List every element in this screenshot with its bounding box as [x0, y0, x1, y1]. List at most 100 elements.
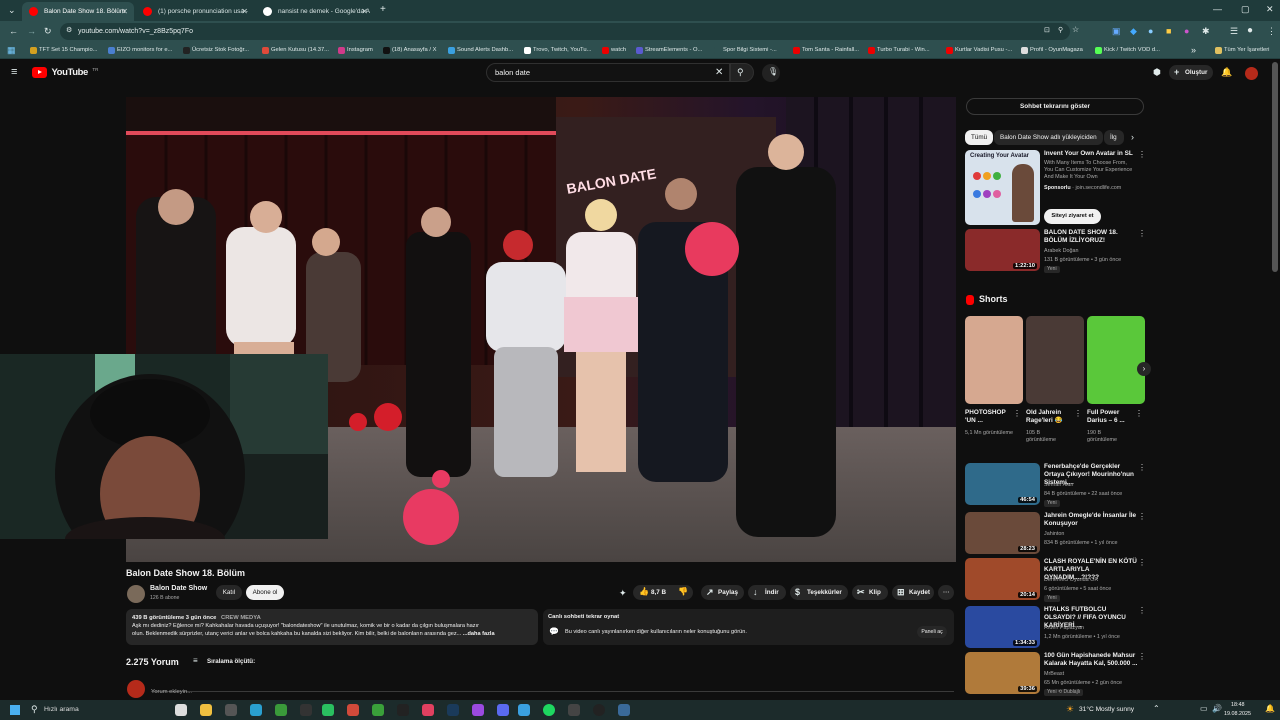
- more-options-icon[interactable]: ⋮: [1138, 464, 1146, 472]
- extension-icon[interactable]: ■: [1166, 27, 1171, 36]
- thanks-button[interactable]: $ Teşekkürler: [790, 585, 848, 600]
- open-panel-button[interactable]: Paneli aç: [917, 626, 947, 638]
- tab-porsche[interactable]: (1) porsche pronunciation usa - ✕: [136, 2, 254, 21]
- description-box[interactable]: 439 B görüntüleme 3 gün önce CREW MEDYA …: [126, 609, 538, 645]
- show-more-link[interactable]: ...daha fazla: [463, 631, 495, 637]
- more-options-icon[interactable]: ⋮: [1074, 410, 1082, 418]
- bookmark-item[interactable]: Turbo Turabi - Win...: [868, 42, 930, 59]
- ad-title[interactable]: Invent Your Own Avatar in SL: [1044, 150, 1139, 158]
- minimize-icon[interactable]: —: [1213, 5, 1222, 14]
- bookmark-star-icon[interactable]: ☆: [1072, 26, 1079, 34]
- more-options-icon[interactable]: ⋮: [1138, 607, 1146, 615]
- network-icon[interactable]: ▭: [1200, 705, 1208, 713]
- clock-date[interactable]: 19.08.2025: [1224, 711, 1251, 717]
- bookmark-item[interactable]: TFT Set 15 Champio...: [30, 42, 98, 59]
- short-thumbnail[interactable]: [1026, 316, 1084, 404]
- bookmark-item[interactable]: Spor Bilgi Sistemi -...: [714, 42, 777, 59]
- back-icon[interactable]: ←: [9, 27, 18, 36]
- volume-icon[interactable]: 🔊: [1212, 705, 1222, 713]
- video-thumbnail[interactable]: 46:54: [965, 463, 1040, 505]
- video-thumbnail[interactable]: 28:23: [965, 512, 1040, 554]
- channel-avatar[interactable]: [127, 585, 145, 603]
- video-title[interactable]: BALON DATE SHOW 18. BÖLÜM İZLİYORUZ!: [1044, 229, 1139, 245]
- zoom-icon[interactable]: ⚲: [1058, 27, 1063, 34]
- video-channel[interactable]: MrBeast: [1044, 671, 1064, 678]
- clip-button[interactable]: ✂ Klip: [852, 585, 888, 600]
- whatsapp-icon[interactable]: [322, 704, 334, 716]
- profile-icon[interactable]: ●: [1247, 26, 1253, 36]
- search-input[interactable]: balon date ✕: [486, 63, 730, 82]
- extension-icon[interactable]: ▣: [1112, 27, 1121, 36]
- video-thumbnail[interactable]: 1:22:10: [965, 229, 1040, 271]
- extension-icon[interactable]: ●: [1184, 27, 1189, 36]
- spotify-icon[interactable]: [543, 704, 555, 716]
- close-icon[interactable]: ✕: [361, 2, 368, 21]
- app-icon[interactable]: [300, 704, 312, 716]
- share-button[interactable]: ↗ Paylaş: [701, 585, 744, 600]
- windows-start-icon[interactable]: [10, 705, 20, 715]
- more-options-icon[interactable]: ⋮: [1013, 410, 1021, 418]
- extension-icon[interactable]: ◆: [1130, 27, 1137, 36]
- video-channel[interactable]: Jahinton: [1044, 531, 1064, 538]
- more-bookmarks-icon[interactable]: »: [1191, 46, 1196, 55]
- all-bookmarks[interactable]: Tüm Yer İşaretleri: [1215, 42, 1269, 59]
- more-options-icon[interactable]: ⋮: [1138, 513, 1146, 521]
- chevron-right-icon[interactable]: ›: [1131, 133, 1134, 142]
- bookmark-item[interactable]: EIZO monitors for e...: [108, 42, 172, 59]
- ad-thumbnail[interactable]: Creating Your Avatar: [965, 150, 1040, 225]
- show-chat-replay-button[interactable]: Sohbet tekrarını göster: [966, 98, 1144, 115]
- video-channel[interactable]: Serhan Alan: [1044, 482, 1073, 489]
- video-title[interactable]: Jahrein Omegle'de İnsanlar İle Konuşuyor: [1044, 512, 1139, 528]
- tab-list-icon[interactable]: ☰: [1230, 27, 1238, 36]
- app-icon[interactable]: [568, 704, 580, 716]
- short-thumbnail[interactable]: [1087, 316, 1145, 404]
- forward-icon[interactable]: →: [27, 27, 36, 36]
- chip-from-uploader[interactable]: Balon Date Show adlı yükleyiciden: [994, 130, 1103, 145]
- more-options-icon[interactable]: ⋮: [1138, 230, 1146, 238]
- extensions-puzzle-icon[interactable]: ✱: [1202, 27, 1210, 36]
- sort-button[interactable]: Sıralama ölçütü:: [207, 658, 255, 665]
- sort-icon[interactable]: ≡: [193, 657, 198, 665]
- file-explorer-icon[interactable]: [200, 704, 212, 716]
- task-view-icon[interactable]: [175, 704, 187, 716]
- video-title[interactable]: 100 Gün Hapishanede Mahsur Kalarak Hayat…: [1044, 652, 1139, 668]
- short-title[interactable]: Full Power Darius – 6 ...: [1087, 409, 1135, 425]
- save-button[interactable]: ⊞ Kaydet: [892, 585, 934, 600]
- description-tag[interactable]: CREW MEDYA: [221, 615, 261, 621]
- app-icon[interactable]: [618, 704, 630, 716]
- site-info-icon[interactable]: ⚙: [66, 27, 72, 34]
- more-options-icon[interactable]: ⋮: [1138, 559, 1146, 567]
- notifications-icon[interactable]: 🔔: [1265, 705, 1275, 713]
- epic-games-icon[interactable]: [397, 704, 409, 716]
- tray-chevron-icon[interactable]: ⌃: [1153, 705, 1160, 713]
- cast-icon[interactable]: ⬢: [1153, 68, 1161, 77]
- dislike-icon[interactable]: 👎: [678, 588, 688, 596]
- comment-input[interactable]: Yorum ekleyin...: [151, 680, 954, 695]
- bookmark-item[interactable]: Kick / Twitch VOD d...: [1095, 42, 1160, 59]
- bookmark-item[interactable]: Sound Alerts Dashb...: [448, 42, 513, 59]
- sparkle-icon[interactable]: ✦: [619, 589, 627, 598]
- bookmark-item[interactable]: Trovo, Twitch, YouTu...: [524, 42, 591, 59]
- bookmark-item[interactable]: Kurtlar Vadisi Pusu -...: [946, 42, 1012, 59]
- video-channel[interactable]: Arden Papazyan: [1044, 625, 1084, 632]
- bookmark-item[interactable]: Profil - OyunMagaza: [1021, 42, 1083, 59]
- visit-site-button[interactable]: Siteyi ziyaret et: [1044, 209, 1101, 224]
- search-button[interactable]: ⚲: [730, 63, 754, 82]
- steam-icon[interactable]: [447, 704, 459, 716]
- bookmark-item[interactable]: Tom Santa - Rainfall...: [793, 42, 859, 59]
- bookmark-item[interactable]: Gelen Kutusu (14.37...: [262, 42, 329, 59]
- new-tab-button[interactable]: +: [380, 5, 386, 15]
- xbox-icon[interactable]: [275, 704, 287, 716]
- more-options-icon[interactable]: ⋮: [1138, 653, 1146, 661]
- weather-text[interactable]: 31°C Mostly sunny: [1079, 706, 1134, 713]
- short-title[interactable]: PHOTOSHOP 'UN ...: [965, 409, 1013, 425]
- short-title[interactable]: Old Jahrein Rage'leri 😂: [1026, 409, 1074, 425]
- more-options-icon[interactable]: ⋮: [1138, 151, 1146, 159]
- obs-icon[interactable]: [593, 704, 605, 716]
- extension-icon[interactable]: ●: [1148, 27, 1153, 36]
- chrome-icon[interactable]: [518, 704, 530, 716]
- download-button[interactable]: ↓ İndir: [748, 585, 786, 600]
- video-thumbnail[interactable]: 1:34:33: [965, 606, 1040, 648]
- create-button[interactable]: + Oluştur: [1169, 65, 1213, 80]
- join-button[interactable]: Katıl: [216, 585, 242, 600]
